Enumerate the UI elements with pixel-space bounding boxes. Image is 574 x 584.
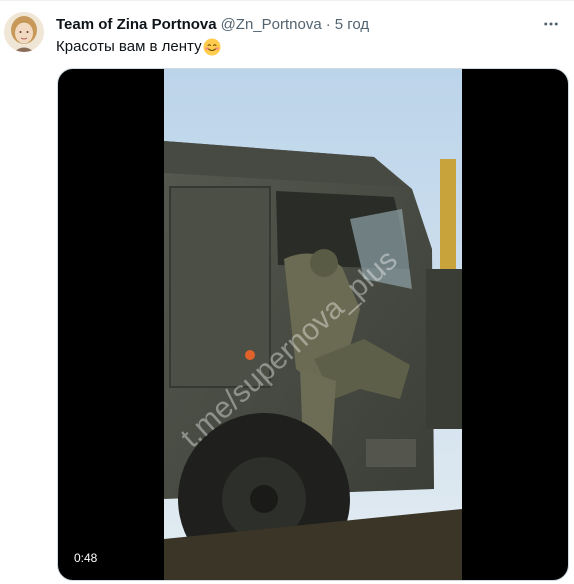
display-name[interactable]: Team of Zina Portnova [56, 15, 217, 35]
smiling-face-emoji-icon [203, 38, 221, 56]
tweet-text-content: Красоты вам в ленту [56, 38, 202, 55]
video-thumbnail[interactable]: t.me/supernova_plus [164, 69, 462, 580]
tweet-text: Красоты вам в ленту [56, 37, 221, 57]
tweet-header: Team of Zina Portnova @Zn_Portnova · 5 г… [56, 15, 534, 35]
user-handle[interactable]: @Zn_Portnova [221, 15, 322, 35]
video-player[interactable]: t.me/supernova_plus 0:48 [57, 68, 569, 581]
avatar[interactable] [4, 12, 44, 52]
timestamp[interactable]: 5 год [335, 15, 369, 35]
avatar-image [4, 12, 44, 52]
separator-dot: · [325, 16, 331, 33]
more-options-button[interactable] [540, 13, 562, 35]
more-horizontal-icon [544, 22, 558, 26]
tweet-card[interactable]: Team of Zina Portnova @Zn_Portnova · 5 г… [0, 0, 574, 584]
video-duration-badge: 0:48 [70, 548, 102, 568]
